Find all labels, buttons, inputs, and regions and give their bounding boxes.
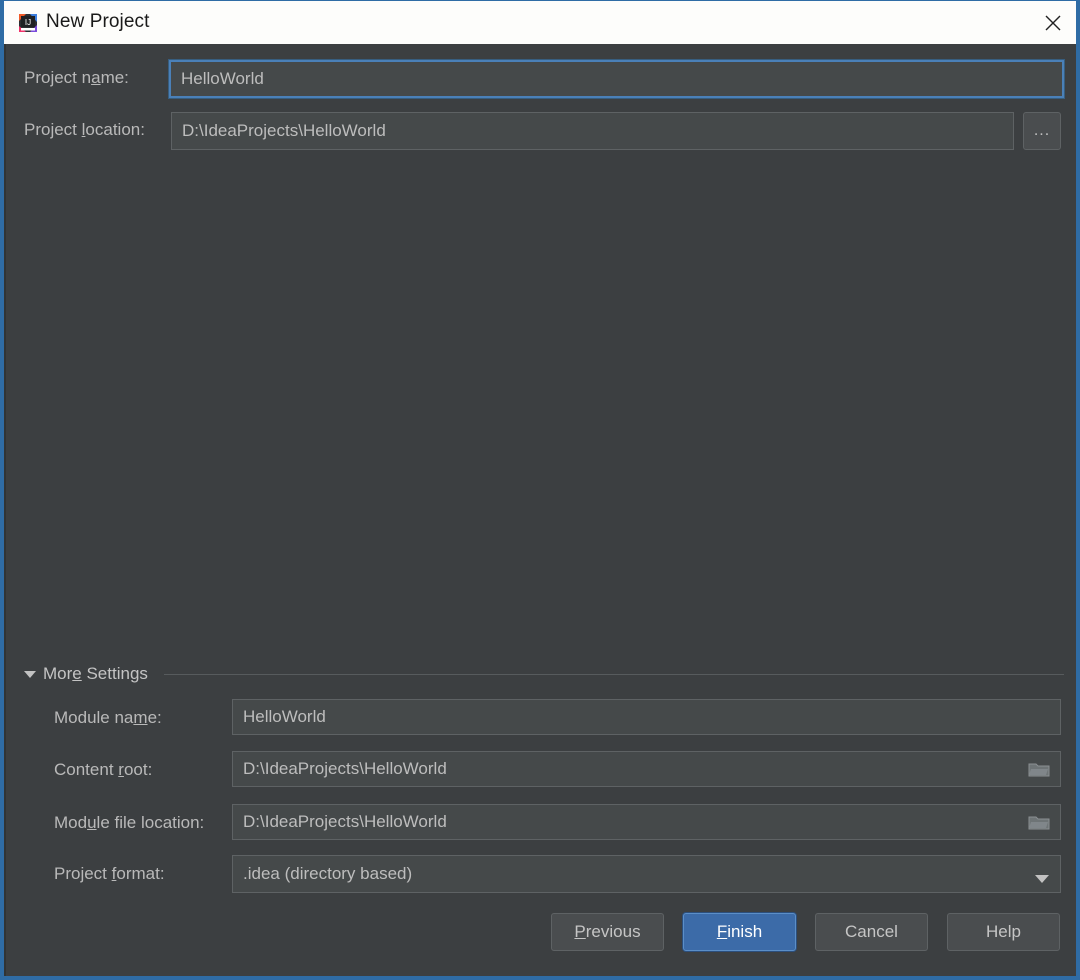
previous-button[interactable]: Previous [551,913,664,951]
project-name-label: Project name: [24,68,129,87]
help-button-label: Help [986,922,1021,941]
project-location-input[interactable]: D:\IdeaProjects\HelloWorld [171,112,1014,150]
project-location-browse-button[interactable]: ... [1023,112,1061,150]
folder-icon[interactable] [1028,814,1050,831]
project-format-dropdown[interactable]: .idea (directory based) [232,855,1061,893]
chevron-down-icon [24,670,36,678]
title-bar: IJ New Project [4,0,1076,44]
project-location-value: D:\IdeaProjects\HelloWorld [182,121,386,140]
more-settings-separator [164,674,1064,675]
cancel-button[interactable]: Cancel [815,913,928,951]
finish-button-label: Finish [716,922,763,941]
module-file-location-label: Module file location: [54,813,205,832]
module-name-label: Module name: [54,708,162,727]
more-settings-toggle[interactable]: More Settings [24,664,148,684]
new-project-dialog: IJ New Project Project name: HelloWorld … [0,0,1080,980]
project-format-value: .idea (directory based) [243,864,413,883]
project-location-label: Project location: [24,120,145,139]
folder-icon[interactable] [1028,761,1050,778]
content-root-value: D:\IdeaProjects\HelloWorld [243,759,447,778]
intellij-idea-icon: IJ [18,13,38,33]
help-button[interactable]: Help [947,913,1060,951]
project-format-label: Project format: [54,864,165,883]
content-root-label: Content root: [54,760,153,779]
more-settings-label: More Settings [43,664,148,683]
project-name-input[interactable]: HelloWorld [168,59,1065,99]
finish-button[interactable]: Finish [683,913,796,951]
close-button[interactable] [1022,1,1076,44]
window-title: New Project [46,11,150,32]
previous-button-label: Previous [574,922,641,941]
svg-text:IJ: IJ [25,18,31,27]
close-icon [1045,15,1061,30]
cancel-button-label: Cancel [845,922,898,941]
ellipsis-icon: ... [1033,122,1051,139]
project-name-value: HelloWorld [181,69,264,88]
chevron-down-icon[interactable] [1034,869,1050,883]
left-inner-edge [4,44,6,976]
module-file-location-input[interactable]: D:\IdeaProjects\HelloWorld [232,804,1061,840]
dialog-content: Project name: HelloWorld Project locatio… [4,44,1076,976]
module-name-value: HelloWorld [243,707,326,726]
content-root-input[interactable]: D:\IdeaProjects\HelloWorld [232,751,1061,787]
module-name-input[interactable]: HelloWorld [232,699,1061,735]
module-file-location-value: D:\IdeaProjects\HelloWorld [243,812,447,831]
